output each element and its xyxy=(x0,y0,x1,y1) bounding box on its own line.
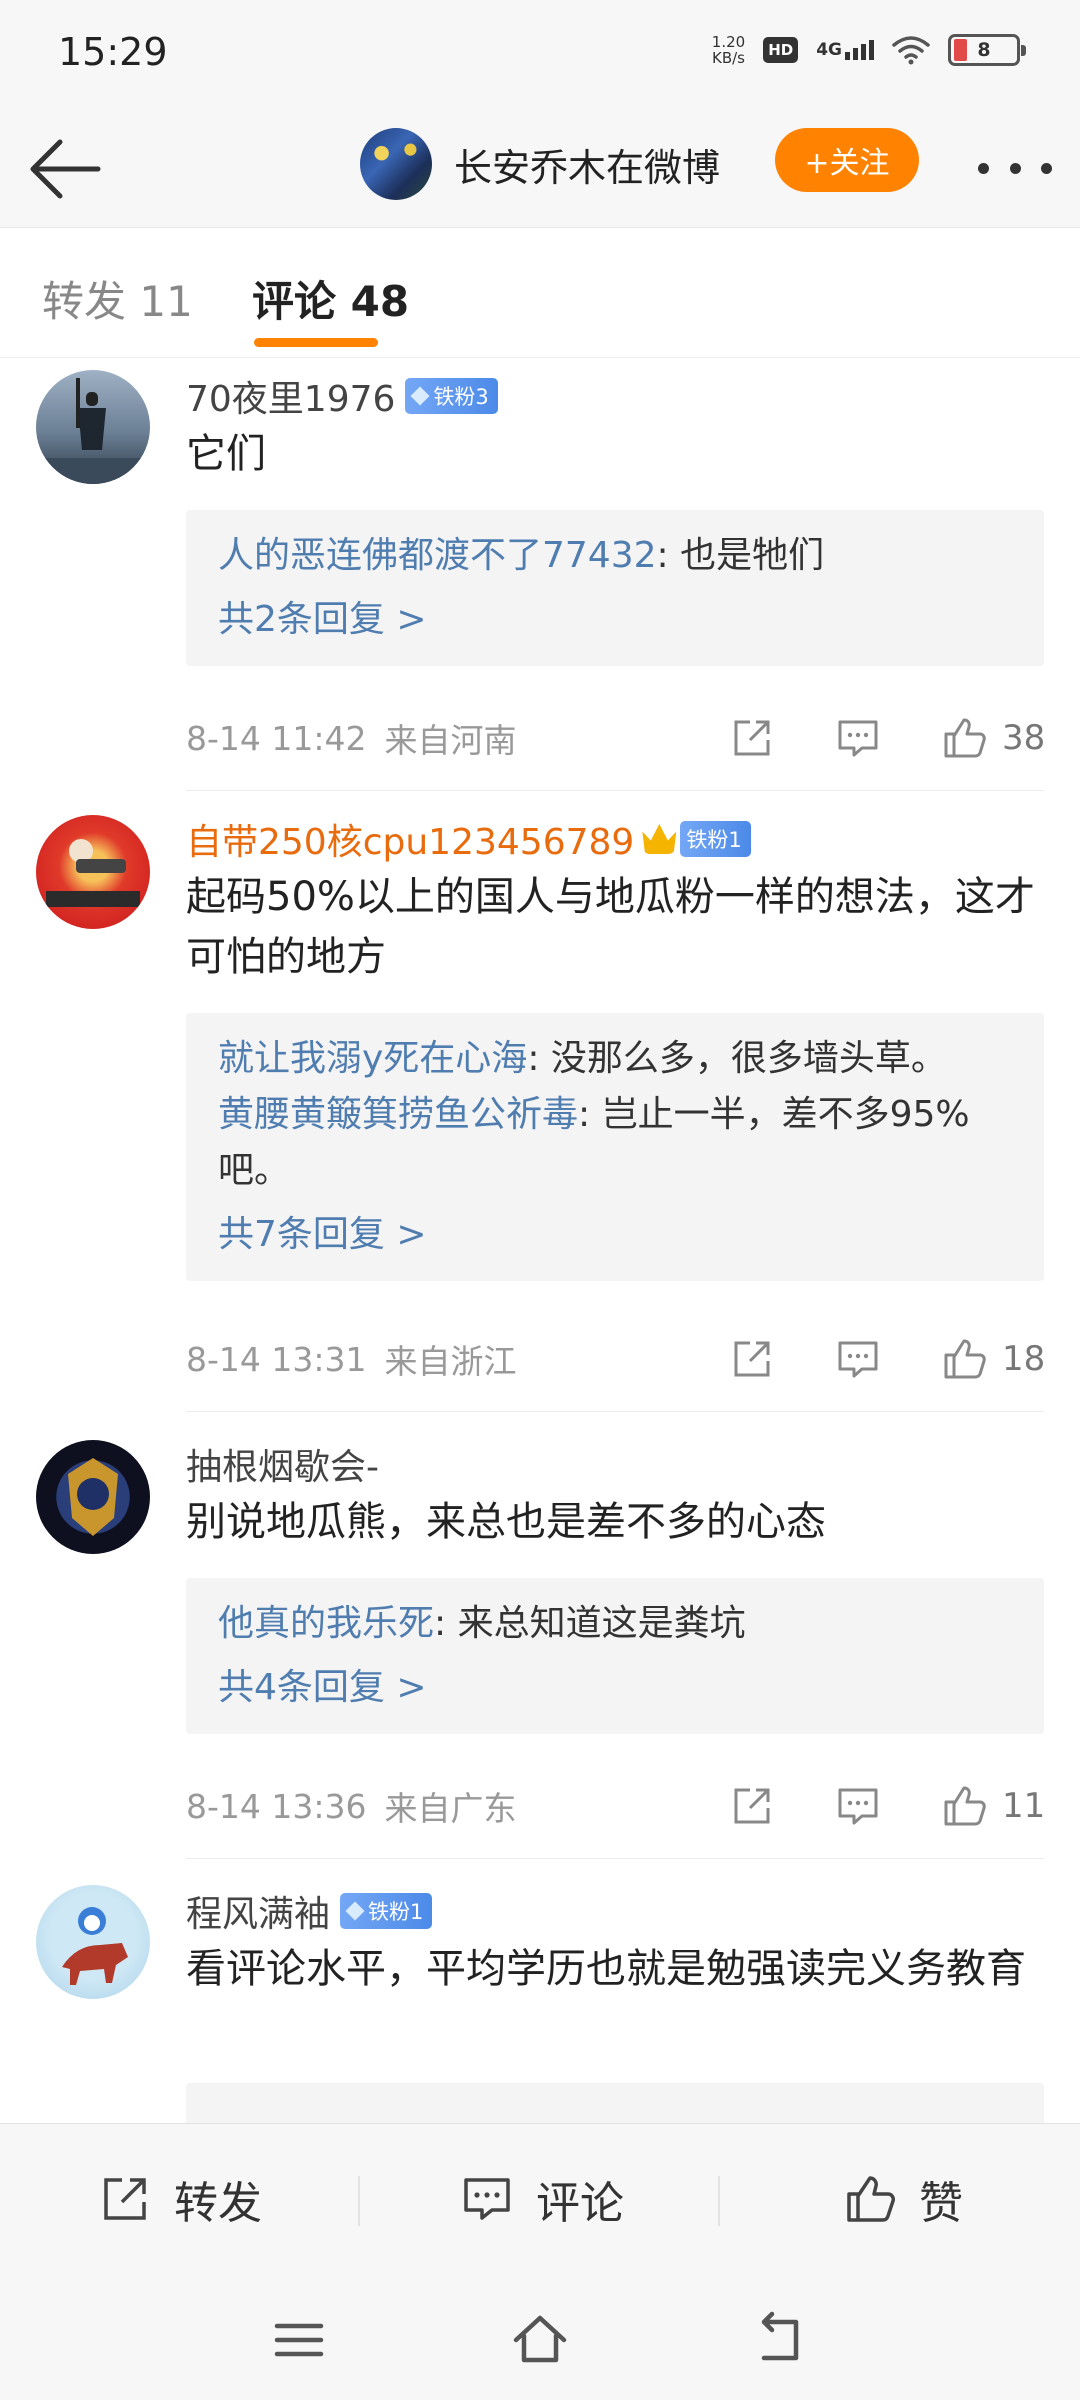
system-navigation-bar xyxy=(0,2278,1080,2400)
comment-username[interactable]: 70夜里1976 铁粉3 xyxy=(186,370,498,422)
bottom-action-bar: 转发 评论 赞 xyxy=(0,2123,1080,2278)
cartoon-figure xyxy=(46,839,140,907)
reply-line[interactable]: 人的恶连佛都渡不了77432: 也是牠们 xyxy=(218,528,1012,584)
comment-time: 8-14 11:42 xyxy=(186,718,367,758)
comment-icon[interactable] xyxy=(834,714,882,762)
tab-active-indicator xyxy=(254,338,378,347)
comment-location: 来自河南 xyxy=(384,721,517,760)
like-icon[interactable] xyxy=(940,714,988,762)
comment-text: 起码50%以上的国人与地瓜粉一样的想法，这才可怕的地方 xyxy=(186,874,1035,980)
avatar[interactable] xyxy=(36,815,150,929)
repost-button[interactable]: 转发 xyxy=(98,2164,262,2234)
comment-meta: 8-14 11:42 来自河南 38 xyxy=(186,708,1046,768)
comment-time: 8-14 13:36 xyxy=(186,1786,367,1826)
home-icon[interactable] xyxy=(508,2308,572,2372)
comment-time: 8-14 13:31 xyxy=(186,1339,367,1379)
like-count: 11 xyxy=(1002,1786,1046,1826)
lion-crest xyxy=(68,1458,118,1536)
hd-icon: HD xyxy=(763,37,799,63)
diamond-icon xyxy=(345,1901,365,1921)
comment-text: 别说地瓜熊，来总也是差不多的心态 xyxy=(186,1499,826,1545)
avatar[interactable] xyxy=(36,370,150,484)
like-button[interactable]: 赞 xyxy=(843,2164,963,2234)
page-title: 长安乔木在微博 xyxy=(454,145,721,190)
status-bar: 15:29 1.20 KB/s HD 4G 8 xyxy=(0,0,1080,110)
comment-username[interactable]: 自带250核cpu123456789 铁粉1 xyxy=(186,813,751,865)
comment-username[interactable]: 抽根烟歇会- xyxy=(186,1438,379,1490)
nav-user[interactable]: 长安乔木在微博 xyxy=(360,128,720,200)
status-icons: 1.20 KB/s HD 4G 8 xyxy=(711,33,1026,67)
comment-location: 来自浙江 xyxy=(384,1342,517,1381)
nav-bar: 长安乔木在微博 +关注 xyxy=(0,110,1080,228)
divider xyxy=(186,1858,1044,1859)
reply-box[interactable]: 人的恶连佛都渡不了77432: 也是牠们 共2条回复 > xyxy=(186,510,1044,666)
avatar[interactable] xyxy=(36,1440,150,1554)
fan-badge: 铁粉1 xyxy=(680,821,751,857)
cartoon-rider xyxy=(62,1907,128,1985)
comment-icon[interactable] xyxy=(834,1782,882,1830)
diamond-icon xyxy=(410,386,430,406)
network-speed: 1.20 KB/s xyxy=(711,33,746,67)
soldier-figure xyxy=(36,378,150,484)
comment-list: 70夜里1976 铁粉3 它们 人的恶连佛都渡不了77432: 也是牠们 共2条… xyxy=(0,358,1080,2123)
back-arrow-icon[interactable] xyxy=(24,128,106,210)
reply-line[interactable]: 就让我溺y死在心海: 没那么多，很多墙头草。 xyxy=(218,1031,1012,1087)
fan-badge: 铁粉3 xyxy=(405,378,498,414)
battery-icon: 8 xyxy=(948,34,1026,66)
reply-box[interactable]: 就让我溺y死在心海: 没那么多，很多墙头草。 黄腰黄簸箕捞鱼公祈毒: 岂止一半，… xyxy=(186,1013,1044,1281)
crown-icon xyxy=(642,824,677,854)
divider xyxy=(186,1411,1044,1412)
share-icon[interactable] xyxy=(728,1335,776,1383)
more-replies-link[interactable]: 共2条回复 > xyxy=(218,592,1012,648)
tab-bar: 转发 11 评论 48 xyxy=(0,228,1080,358)
divider xyxy=(718,2176,720,2226)
reply-box[interactable]: 他真的我乐死: 来总知道这是粪坑 共4条回复 > xyxy=(186,1578,1044,1734)
divider xyxy=(186,790,1044,791)
comment-icon xyxy=(464,2178,510,2220)
like-icon[interactable] xyxy=(940,1782,988,1830)
fan-badge: 铁粉1 xyxy=(340,1893,433,1929)
status-time: 15:29 xyxy=(58,30,168,74)
like-icon[interactable] xyxy=(940,1335,988,1383)
follow-button[interactable]: +关注 xyxy=(775,128,919,192)
comment-meta: 8-14 13:31 来自浙江 18 xyxy=(186,1329,1046,1389)
tab-comment[interactable]: 评论 48 xyxy=(252,268,409,329)
comment-meta: 8-14 13:36 来自广东 11 xyxy=(186,1776,1046,1836)
wifi-icon xyxy=(892,36,930,65)
comment-username[interactable]: 程风满袖 铁粉1 xyxy=(186,1885,433,1937)
more-icon[interactable] xyxy=(978,138,1052,198)
reply-line[interactable]: 他真的我乐死: 来总知道这是粪坑 xyxy=(218,1596,1012,1652)
share-icon xyxy=(104,2178,146,2220)
menu-icon[interactable] xyxy=(267,2308,331,2372)
divider xyxy=(358,2176,360,2226)
like-count: 38 xyxy=(1002,718,1046,758)
like-icon xyxy=(847,2176,895,2222)
tab-repost[interactable]: 转发 11 xyxy=(42,268,193,329)
comment-location: 来自广东 xyxy=(384,1789,517,1828)
reply-box[interactable] xyxy=(186,2083,1044,2123)
back-icon[interactable] xyxy=(750,2308,814,2372)
comment-text: 它们 xyxy=(186,431,266,477)
like-count: 18 xyxy=(1002,1339,1046,1379)
avatar[interactable] xyxy=(360,128,432,200)
share-icon[interactable] xyxy=(728,714,776,762)
comment-icon[interactable] xyxy=(834,1335,882,1383)
more-replies-link[interactable]: 共7条回复 > xyxy=(218,1207,1012,1263)
comment-text: 看评论水平，平均学历也就是勉强读完义务教育 xyxy=(186,1946,1026,1992)
reply-line[interactable]: 黄腰黄簸箕捞鱼公祈毒: 岂止一半，差不多95%吧。 xyxy=(218,1087,1012,1199)
share-icon[interactable] xyxy=(728,1782,776,1830)
signal-icon: 4G xyxy=(816,40,874,60)
more-replies-link[interactable]: 共4条回复 > xyxy=(218,1660,1012,1716)
avatar[interactable] xyxy=(36,1885,150,1999)
comment-button[interactable]: 评论 xyxy=(460,2164,624,2234)
